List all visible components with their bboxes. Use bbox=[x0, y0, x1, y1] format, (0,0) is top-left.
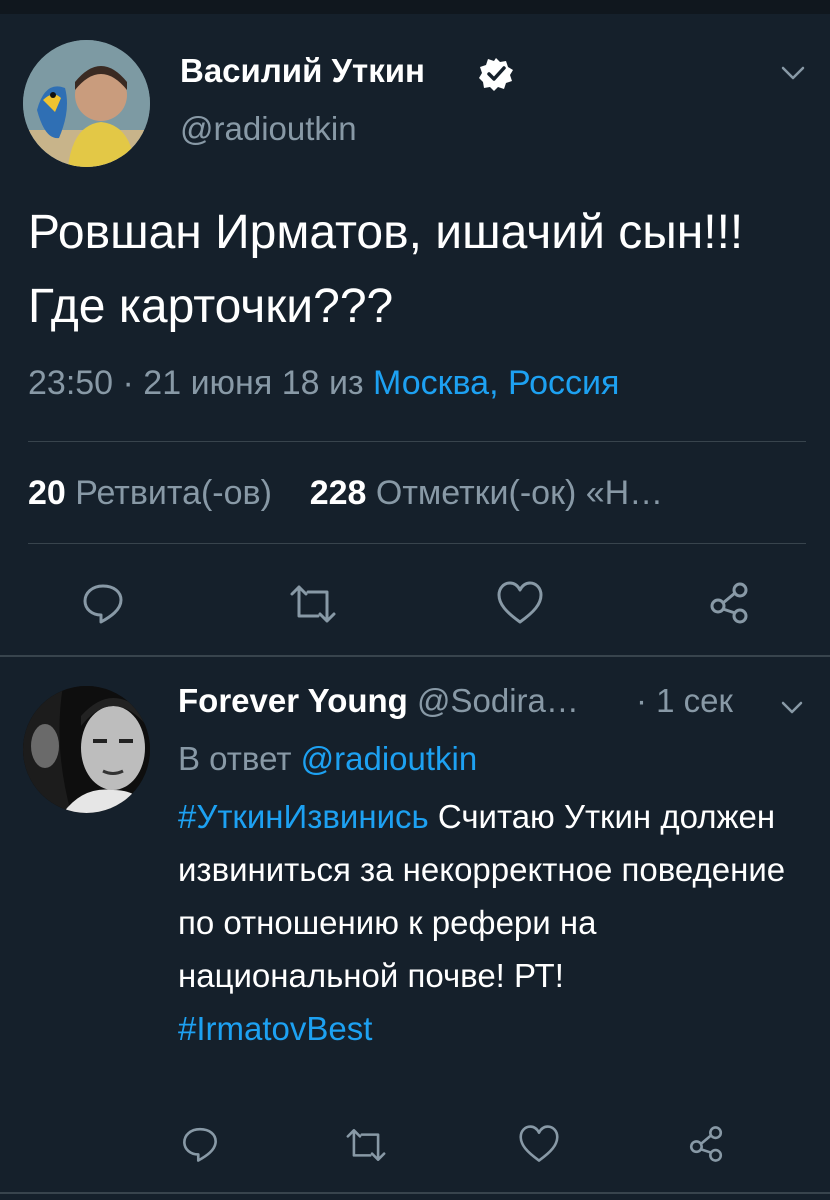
retweet-label[interactable]: Ретвита(-ов) bbox=[75, 474, 272, 512]
reply-icon[interactable] bbox=[80, 580, 126, 626]
divider bbox=[28, 543, 806, 544]
avatar-photo bbox=[23, 686, 150, 813]
verified-badge-icon bbox=[479, 58, 513, 91]
like-count[interactable]: 228 bbox=[310, 474, 367, 512]
retweet-count[interactable]: 20 bbox=[28, 474, 66, 512]
reply-author-name[interactable]: Forever Young bbox=[178, 682, 408, 719]
divider bbox=[28, 441, 806, 442]
chevron-down-icon[interactable] bbox=[778, 58, 808, 88]
heart-icon[interactable] bbox=[518, 1124, 560, 1164]
author-avatar[interactable] bbox=[23, 40, 150, 167]
author-handle[interactable]: @radioutkin bbox=[180, 110, 357, 148]
author-name[interactable]: Василий Уткин bbox=[180, 52, 425, 90]
reply-icon[interactable] bbox=[180, 1124, 220, 1164]
retweet-icon[interactable] bbox=[288, 582, 338, 626]
avatar-photo bbox=[23, 40, 150, 167]
tweet-location[interactable]: Москва, Россия bbox=[373, 364, 619, 402]
retweet-icon[interactable] bbox=[344, 1126, 388, 1164]
reply-text: #УткинИзвинись Считаю Уткин должен извин… bbox=[178, 790, 808, 1055]
chevron-down-icon[interactable] bbox=[778, 694, 806, 722]
hashtag-link[interactable]: #УткинИзвинись bbox=[178, 798, 429, 835]
like-label[interactable]: Отметки(-ок) «Н… bbox=[376, 474, 663, 512]
reply-to-line: В ответ @radioutkin bbox=[178, 740, 477, 778]
top-strip bbox=[0, 0, 830, 14]
hashtag-link[interactable]: #IrmatovBest bbox=[178, 1010, 372, 1047]
divider bbox=[0, 1192, 830, 1194]
reply-author-handle[interactable]: @Sodira… bbox=[417, 682, 579, 719]
tweet-detail-screen: Василий Уткин @radioutkin Ровшан Ирматов… bbox=[0, 0, 830, 1200]
reply-to-prefix: В ответ bbox=[178, 740, 292, 777]
reply-to-mention[interactable]: @radioutkin bbox=[301, 740, 478, 777]
heart-icon[interactable] bbox=[496, 580, 544, 626]
divider bbox=[0, 655, 830, 657]
reply-header: Forever Young @Sodira… bbox=[178, 682, 579, 720]
tweet-time-date: 23:50 · 21 июня 18 из bbox=[28, 364, 373, 402]
share-icon[interactable] bbox=[686, 1124, 726, 1164]
reply-author-avatar[interactable] bbox=[23, 686, 150, 813]
tweet-stats: 20 Ретвита(-ов) 228 Отметки(-ок) «Н… bbox=[28, 474, 663, 513]
share-icon[interactable] bbox=[706, 580, 752, 626]
tweet-text: Ровшан Ирматов, ишачий сын!!! Где карточ… bbox=[28, 206, 744, 333]
tweet-meta: 23:50 · 21 июня 18 из Москва, Россия bbox=[28, 364, 619, 403]
reply-timestamp: · 1 сек bbox=[636, 682, 733, 719]
